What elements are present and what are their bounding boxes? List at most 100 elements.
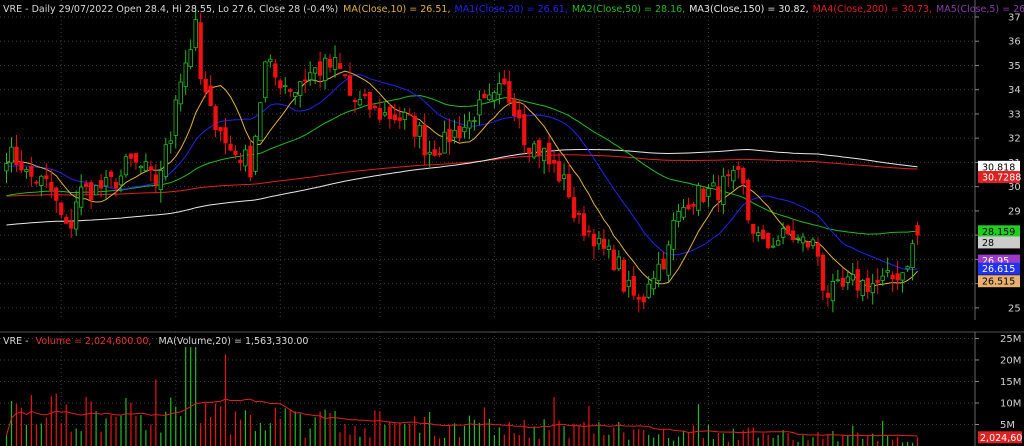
stock-chart: 25262728293031323334353637 30.81830.7288…: [0, 0, 1024, 446]
candle-body: [302, 79, 308, 82]
panel-divider: [0, 320, 1024, 332]
candle-body: [571, 197, 577, 219]
candle-body: [785, 225, 791, 235]
candle-body: [596, 237, 602, 245]
candle-body: [761, 229, 766, 240]
candle-body: [771, 245, 776, 248]
candle-body: [193, 19, 198, 49]
candle-body: [517, 109, 522, 119]
candle-body: [910, 243, 915, 268]
candle-body: [870, 283, 875, 294]
candle-body: [253, 135, 258, 172]
candle-body: [626, 279, 631, 287]
ma-legend-item: MA(Close,10) = 26.51,: [343, 4, 450, 15]
candle-body: [24, 169, 29, 172]
candle-body: [691, 203, 696, 207]
ma-legend-item: MA5(Close,5) = 26.95: [936, 4, 1024, 15]
candle-body: [835, 279, 840, 282]
volume-header-volume: Volume = 2,024,600.00,: [36, 336, 152, 347]
candle-body: [601, 238, 606, 249]
price-tick-label: 32: [1008, 134, 1021, 145]
volume-header-ma: MA(Volume,20) = 1,563,330.00: [158, 336, 308, 347]
candle-body: [332, 57, 338, 70]
candle-body: [591, 233, 597, 247]
candle-body: [208, 85, 213, 107]
candle-body: [820, 254, 826, 291]
candle-body: [721, 175, 726, 205]
candle-body: [402, 112, 407, 121]
candle-body: [133, 153, 139, 163]
candle-body: [387, 106, 393, 119]
candle-body: [711, 182, 716, 187]
candle-body: [248, 145, 253, 178]
candle-body: [701, 188, 706, 203]
candle-body: [611, 249, 616, 271]
candle-body: [39, 175, 44, 186]
candle-body: [342, 74, 348, 76]
candle-body: [417, 124, 422, 137]
candle-body: [397, 117, 402, 121]
candle-body: [900, 272, 905, 281]
candle-body: [118, 175, 124, 186]
candle-body: [238, 159, 243, 164]
value-tag-label: 30.7288: [982, 172, 1021, 183]
candle-body: [890, 274, 895, 280]
candle-body: [452, 129, 457, 138]
candle-body: [487, 94, 492, 100]
candle-body: [293, 92, 298, 97]
candle-body: [671, 219, 676, 250]
candle-body: [412, 115, 417, 137]
candle-body: [128, 153, 134, 159]
price-tick-label: 29: [1008, 206, 1021, 217]
candle-body: [372, 105, 378, 109]
candle-body: [263, 61, 268, 99]
candle-body: [178, 81, 183, 105]
candle-body: [163, 144, 169, 177]
candle-body: [183, 62, 188, 87]
candle-body: [736, 166, 741, 170]
volume-tick-label: 25M: [1000, 334, 1021, 345]
candle-body: [472, 120, 477, 122]
price-tick-label: 35: [1008, 61, 1021, 72]
candle-body: [243, 149, 248, 167]
candle-body: [651, 277, 656, 290]
candle-body: [542, 147, 547, 162]
volume-tick-label: 5M: [1000, 420, 1015, 431]
candle-body: [741, 167, 746, 184]
candle-body: [298, 81, 303, 96]
candle-body: [9, 146, 14, 164]
candle-body: [756, 232, 761, 236]
candle-body: [89, 182, 94, 201]
candle-body: [586, 230, 592, 233]
candle-body: [606, 245, 611, 251]
candle-body: [566, 173, 572, 198]
value-tag-label: 26.615: [982, 264, 1015, 275]
candle-body: [646, 283, 651, 298]
candle-body: [312, 67, 318, 74]
candle-body: [203, 78, 208, 93]
candle-body: [860, 280, 865, 297]
price-tick-label: 36: [1008, 37, 1021, 48]
candle-body: [19, 161, 24, 171]
price-tick-label: 30: [1008, 182, 1021, 193]
candle-body: [103, 177, 109, 187]
candle-body: [512, 98, 517, 117]
candle-body: [726, 174, 731, 177]
candle-body: [44, 175, 49, 180]
candle-body: [507, 81, 512, 103]
candle-body: [492, 92, 497, 101]
candle-body: [656, 263, 661, 281]
candle-body: [681, 207, 686, 218]
candle-body: [273, 63, 278, 78]
candle-body: [283, 85, 288, 88]
candle-body: [79, 186, 84, 208]
candle-body: [94, 184, 99, 196]
candle-body: [716, 186, 721, 201]
candle-body: [98, 180, 104, 189]
candle-body: [855, 269, 860, 291]
candle-body: [497, 83, 502, 95]
price-header-prefix: VRE - Daily 29/07/2022 Open 28.4, Hi 28.…: [3, 4, 338, 15]
candle-body: [781, 227, 786, 238]
candle-body: [213, 106, 218, 130]
candle-body: [143, 161, 149, 171]
